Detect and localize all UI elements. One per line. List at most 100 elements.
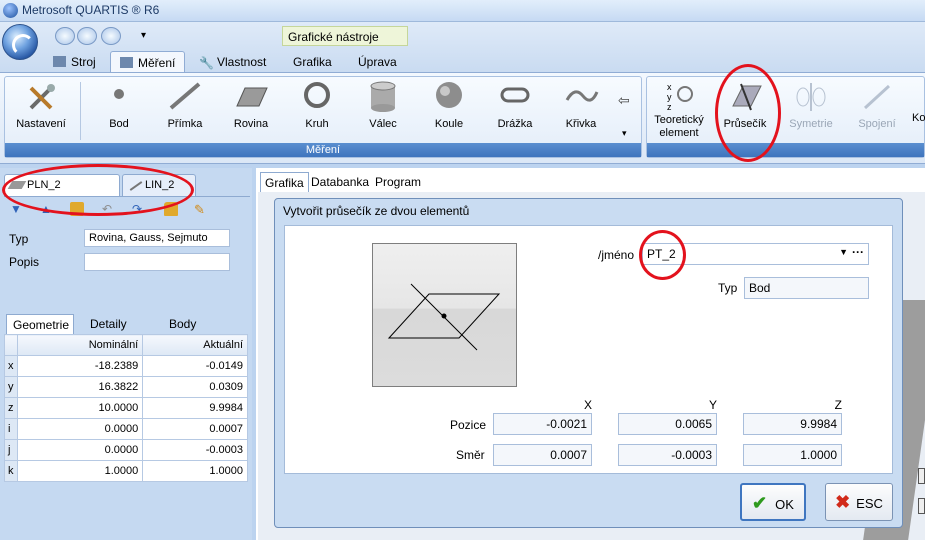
row-key: x (4, 355, 18, 377)
tab-vlastnost[interactable]: 🔧 Vlastnost (190, 51, 275, 72)
qat-zoom-icon[interactable] (77, 27, 97, 45)
viewport-handle-2[interactable] (918, 498, 925, 514)
table-row[interactable]: i 0.0000 0.0007 (4, 418, 248, 440)
typ-label: Typ (9, 232, 29, 246)
row-actual: 0.0309 (142, 376, 248, 398)
table-row[interactable]: z 10.0000 9.9984 (4, 397, 248, 419)
annotation-circle-tabs (2, 164, 194, 216)
chevron-down-icon[interactable]: ▼ (839, 247, 848, 257)
ok-button[interactable]: ✔ OK (740, 483, 806, 521)
measure-icon (120, 57, 133, 68)
bod-label: Bod (109, 118, 129, 130)
tab-grafika-view[interactable]: Grafika (260, 172, 309, 192)
primka-button[interactable]: Přímka (154, 80, 216, 140)
type-field: Bod (744, 277, 869, 299)
smer-label: Směr (456, 448, 485, 462)
pozice-x-field: -0.0021 (493, 413, 592, 435)
rovina-button[interactable]: Rovina (220, 80, 282, 140)
table-header-actual: Aktuální (142, 334, 248, 356)
table-row[interactable]: x -18.2389 -0.0149 (4, 355, 248, 377)
row-nominal: 10.0000 (16, 397, 144, 419)
esc-button[interactable]: ✖ ESC (825, 483, 893, 521)
spojeni-button[interactable]: Spojení (846, 80, 908, 140)
popis-field[interactable] (84, 253, 230, 271)
line-icon (167, 80, 203, 114)
subtab-detaily[interactable]: Detaily (84, 314, 133, 334)
circle-icon (299, 80, 335, 114)
plane-icon (233, 80, 269, 114)
sphere-icon (431, 80, 467, 114)
spojeni-label: Spojení (858, 118, 896, 130)
qat-undo-icon[interactable] (55, 27, 75, 45)
row-nominal: 0.0000 (16, 439, 144, 461)
cut-button-label[interactable]: Ko (912, 112, 925, 124)
bod-button[interactable]: Bod (88, 80, 150, 140)
pozice-z-field: 9.9984 (743, 413, 842, 435)
more-dropdown-icon[interactable]: ▾ (622, 128, 627, 139)
cylinder-icon (365, 80, 401, 114)
drazka-button[interactable]: Drážka (484, 80, 546, 140)
application-menu-button[interactable] (2, 24, 38, 60)
row-actual: 1.0000 (142, 460, 248, 482)
popis-label: Popis (9, 255, 40, 269)
slot-icon (497, 80, 533, 114)
back-arrow-icon[interactable]: ⇦ (618, 92, 630, 109)
drazka-label: Drážka (497, 118, 533, 130)
context-group-label: Grafické nástroje (282, 26, 408, 46)
teoreticky-label-1: Teoretický (654, 114, 704, 126)
nastaveni-label: Nastavení (16, 118, 66, 130)
tab-stroj-label: Stroj (71, 55, 96, 69)
tab-databanka[interactable]: Databanka (307, 172, 373, 192)
symmetry-icon (793, 80, 829, 114)
pozice-label: Pozice (450, 418, 487, 432)
qat-refresh-icon[interactable] (101, 27, 121, 45)
table-header-key (4, 334, 18, 356)
qat-customize-icon[interactable]: ▾ (141, 30, 146, 41)
subtab-geometrie[interactable]: Geometrie (6, 314, 74, 334)
xyz-icon: xyz (661, 80, 697, 114)
kruh-button[interactable]: Kruh (286, 80, 348, 140)
app-icon (3, 3, 18, 18)
teoreticky-label-2: element (659, 127, 699, 139)
smer-x-field: 0.0007 (493, 444, 592, 466)
smer-y-field: -0.0003 (618, 444, 717, 466)
svg-text:z: z (667, 102, 672, 112)
pencil-icon[interactable]: ✎ (194, 202, 208, 217)
machine-icon (53, 56, 66, 67)
tab-vlastnost-label: Vlastnost (217, 55, 267, 69)
viewport-handle-1[interactable] (918, 468, 925, 484)
krivka-label: Křivka (565, 118, 597, 130)
svg-text:x: x (667, 82, 672, 92)
window-title: Metrosoft QUARTIS ® R6 (22, 3, 160, 17)
row-nominal: 16.3822 (16, 376, 144, 398)
kruh-label: Kruh (305, 118, 329, 130)
subtab-body[interactable]: Body (163, 314, 202, 334)
checkmark-icon: ✔ (752, 493, 768, 513)
tab-uprava[interactable]: Úprava (349, 51, 406, 72)
tools-icon (23, 80, 59, 114)
koule-button[interactable]: Koule (418, 80, 480, 140)
table-row[interactable]: j 0.0000 -0.0003 (4, 439, 248, 461)
symetrie-button[interactable]: Symetrie (780, 80, 842, 140)
row-key: z (4, 397, 18, 419)
tab-stroj[interactable]: Stroj (44, 51, 105, 72)
table-row[interactable]: k 1.0000 1.0000 (4, 460, 248, 482)
connect-icon (859, 80, 895, 114)
nastaveni-button[interactable]: Nastavení (10, 80, 72, 140)
valec-button[interactable]: Válec (352, 80, 414, 140)
ellipsis-icon[interactable]: ··· (852, 245, 864, 259)
krivka-button[interactable]: Křivka (550, 80, 612, 140)
row-key: i (4, 418, 18, 440)
primka-label: Přímka (167, 118, 203, 130)
table-row[interactable]: y 16.3822 0.0309 (4, 376, 248, 398)
tab-grafika[interactable]: Grafika (284, 51, 341, 72)
row-key: k (4, 460, 18, 482)
ok-label: OK (775, 497, 794, 512)
tab-mereni[interactable]: Měření (110, 51, 186, 72)
tab-program[interactable]: Program (371, 172, 425, 192)
typ-field[interactable]: Rovina, Gauss, Sejmuto (84, 229, 230, 247)
x-header: X (583, 398, 592, 412)
row-nominal: 0.0000 (16, 418, 144, 440)
intersection-diagram-icon (387, 283, 501, 351)
teoreticky-element-button[interactable]: xyz Teoretický element (648, 80, 710, 140)
